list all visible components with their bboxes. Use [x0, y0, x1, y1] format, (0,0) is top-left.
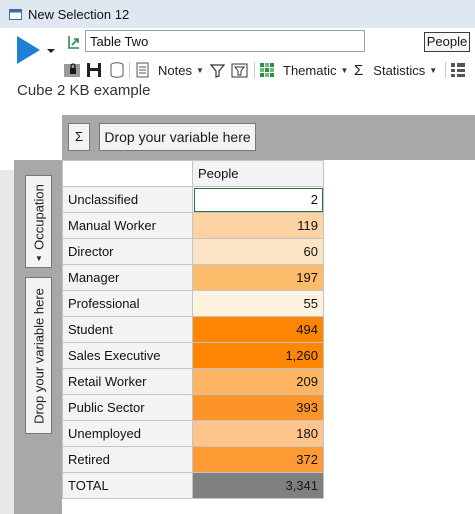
- row-header[interactable]: Public Sector: [62, 394, 193, 421]
- corner-cell: [62, 160, 193, 187]
- value-cell[interactable]: 1,260: [192, 342, 324, 369]
- value-cell[interactable]: 197: [192, 264, 324, 291]
- row-drop-label: Drop your variable here: [31, 287, 46, 424]
- pivot-table: People Unclassified 2 Manual Worker 119 Dire…: [62, 160, 324, 499]
- window-title: New Selection 12: [28, 6, 130, 22]
- value-cell[interactable]: 60: [192, 238, 324, 265]
- occupation-variable-chip[interactable]: Occupation ▼: [25, 175, 52, 268]
- table-name-input[interactable]: [85, 30, 365, 52]
- table-row: Director 60: [62, 238, 324, 265]
- people-selector-button[interactable]: People: [424, 32, 470, 52]
- thematic-dropdown-icon: ▼: [340, 65, 349, 75]
- total-value-cell[interactable]: 3,341: [192, 472, 324, 499]
- window-icon: [9, 8, 22, 20]
- table-row: Sales Executive 1,260: [62, 342, 324, 369]
- table-row: Retired 372: [62, 446, 324, 473]
- statistics-button[interactable]: Σ Statistics ▼: [354, 61, 437, 79]
- row-drop-target[interactable]: Drop your variable here: [25, 277, 52, 434]
- value-cell[interactable]: 393: [192, 394, 324, 421]
- row-header[interactable]: Professional: [62, 290, 193, 317]
- value-cell[interactable]: 180: [192, 420, 324, 447]
- row-header[interactable]: Student: [62, 316, 193, 343]
- cube-subtitle: Cube 2 KB example: [17, 82, 151, 99]
- row-header[interactable]: Manual Worker: [62, 212, 193, 239]
- row-header[interactable]: Director: [62, 238, 193, 265]
- column-drop-target[interactable]: Drop your variable here: [99, 123, 256, 151]
- filter-icon[interactable]: [210, 61, 225, 79]
- notes-icon: [136, 62, 149, 78]
- table-header-row: People: [62, 160, 324, 187]
- value-cell[interactable]: 372: [192, 446, 324, 473]
- summary-sigma-button[interactable]: Σ: [68, 123, 90, 151]
- value-cell[interactable]: 2: [192, 186, 324, 213]
- column-header-people[interactable]: People: [192, 160, 324, 187]
- row-header[interactable]: Unemployed: [62, 420, 193, 447]
- table-row: Unclassified 2: [62, 186, 324, 213]
- database-icon[interactable]: [110, 61, 124, 79]
- notes-dropdown-icon: ▼: [195, 65, 204, 75]
- table-link-icon: [68, 36, 79, 49]
- total-row: TOTAL 3,341: [62, 472, 324, 499]
- occupation-dropdown-icon[interactable]: ▼: [35, 254, 43, 263]
- table-row: Unemployed 180: [62, 420, 324, 447]
- thematic-button[interactable]: Thematic ▼: [260, 61, 348, 79]
- value-cell[interactable]: 55: [192, 290, 324, 317]
- statistics-label: Statistics: [373, 62, 426, 78]
- toolbar-divider: [254, 62, 255, 78]
- row-header[interactable]: Manager: [62, 264, 193, 291]
- value-cell[interactable]: 119: [192, 212, 324, 239]
- table-row: Public Sector 393: [62, 394, 324, 421]
- row-header[interactable]: Retail Worker: [62, 368, 193, 395]
- table-row: Manual Worker 119: [62, 212, 324, 239]
- value-cell[interactable]: 209: [192, 368, 324, 395]
- lock-icon[interactable]: [63, 61, 81, 79]
- statistics-dropdown-icon: ▼: [429, 65, 438, 75]
- toolbar-row-1: People: [0, 28, 475, 64]
- table-row: Student 494: [62, 316, 324, 343]
- toolbar-divider: [129, 62, 130, 78]
- total-label[interactable]: TOTAL: [62, 472, 193, 499]
- thematic-grid-icon: [260, 63, 274, 77]
- toolbar-divider: [445, 62, 446, 78]
- left-gutter: [0, 170, 14, 514]
- table-row: Manager 197: [62, 264, 324, 291]
- occupation-label: Occupation: [31, 184, 46, 250]
- sigma-icon: Σ: [354, 61, 364, 79]
- table-body: Unclassified 2 Manual Worker 119 Director 60 M…: [62, 186, 324, 499]
- row-header[interactable]: Retired: [62, 446, 193, 473]
- row-header[interactable]: Sales Executive: [62, 342, 193, 369]
- table-row: Retail Worker 209: [62, 368, 324, 395]
- filter-settings-icon[interactable]: [231, 61, 248, 79]
- row-header[interactable]: Unclassified: [62, 186, 193, 213]
- value-cell[interactable]: 494: [192, 316, 324, 343]
- save-icon[interactable]: [86, 61, 102, 79]
- layout-icon[interactable]: [451, 61, 465, 79]
- notes-label: Notes: [158, 62, 192, 78]
- title-bar: New Selection 12: [0, 0, 475, 28]
- table-row: Professional 55: [62, 290, 324, 317]
- run-dropdown-chevron-icon[interactable]: [46, 47, 56, 55]
- toolbar-row-2: Notes ▼ Thematic ▼ Σ Statistics ▼: [0, 58, 475, 82]
- thematic-label: Thematic: [283, 62, 337, 78]
- notes-button[interactable]: Notes ▼: [136, 61, 204, 79]
